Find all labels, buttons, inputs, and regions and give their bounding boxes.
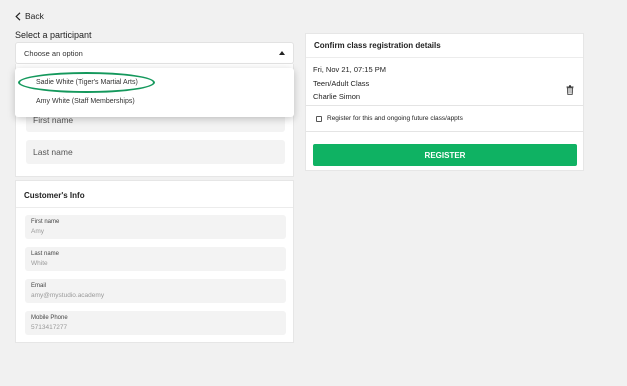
customer-info-title: Customer's Info: [24, 191, 85, 200]
chevron-left-icon: [15, 11, 21, 21]
last-name-placeholder: Last name: [33, 147, 73, 157]
back-label: Back: [25, 11, 44, 21]
class-name: Teen/Adult Class: [313, 79, 370, 88]
participant-dropdown-menu: Sadie White (Tiger's Martial Arts) Amy W…: [15, 68, 294, 117]
class-instructor: Charlie Simon: [313, 92, 361, 101]
field-value: Amy: [31, 228, 44, 235]
field-value: White: [31, 260, 48, 267]
field-label: Email: [31, 283, 47, 289]
field-label: Last name: [31, 251, 60, 257]
class-datetime: Fri, Nov 21, 07:15 PM: [313, 65, 386, 74]
trash-icon[interactable]: [566, 85, 574, 95]
recurring-checkbox[interactable]: [316, 115, 322, 122]
class-details: Fri, Nov 21, 07:15 PM Teen/Adult Class C…: [306, 58, 583, 106]
customer-phone-field: Mobile Phone 5713417277: [25, 311, 286, 335]
field-label: First name: [31, 219, 60, 225]
participant-select-placeholder: Choose an option: [24, 48, 83, 58]
field-value: amy@mystudio.academy: [31, 292, 105, 299]
dropdown-option-sadie[interactable]: Sadie White (Tiger's Martial Arts): [36, 79, 138, 86]
recurring-label: Register for this and ongoing future cla…: [327, 115, 463, 122]
participant-select[interactable]: Choose an option: [15, 42, 294, 64]
dropdown-option-amy[interactable]: Amy White (Staff Memberships): [36, 98, 135, 105]
customer-first-name-field: First name Amy: [25, 215, 286, 239]
confirm-title: Confirm class registration details: [314, 41, 441, 50]
caret-up-icon: [279, 51, 285, 55]
confirm-registration-card: Confirm class registration details Fri, …: [305, 33, 584, 171]
last-name-input[interactable]: Last name: [26, 140, 285, 164]
customer-info-card: Customer's Info First name Amy Last name…: [15, 180, 294, 343]
participant-select-label: Select a participant: [15, 30, 92, 40]
divider: [16, 207, 293, 208]
customer-email-field: Email amy@mystudio.academy: [25, 279, 286, 303]
customer-last-name-field: Last name White: [25, 247, 286, 271]
recurring-option[interactable]: Register for this and ongoing future cla…: [306, 106, 583, 132]
back-link[interactable]: Back: [15, 11, 44, 21]
register-button[interactable]: REGISTER: [313, 144, 577, 166]
field-label: Mobile Phone: [31, 315, 68, 321]
field-value: 5713417277: [31, 324, 68, 331]
